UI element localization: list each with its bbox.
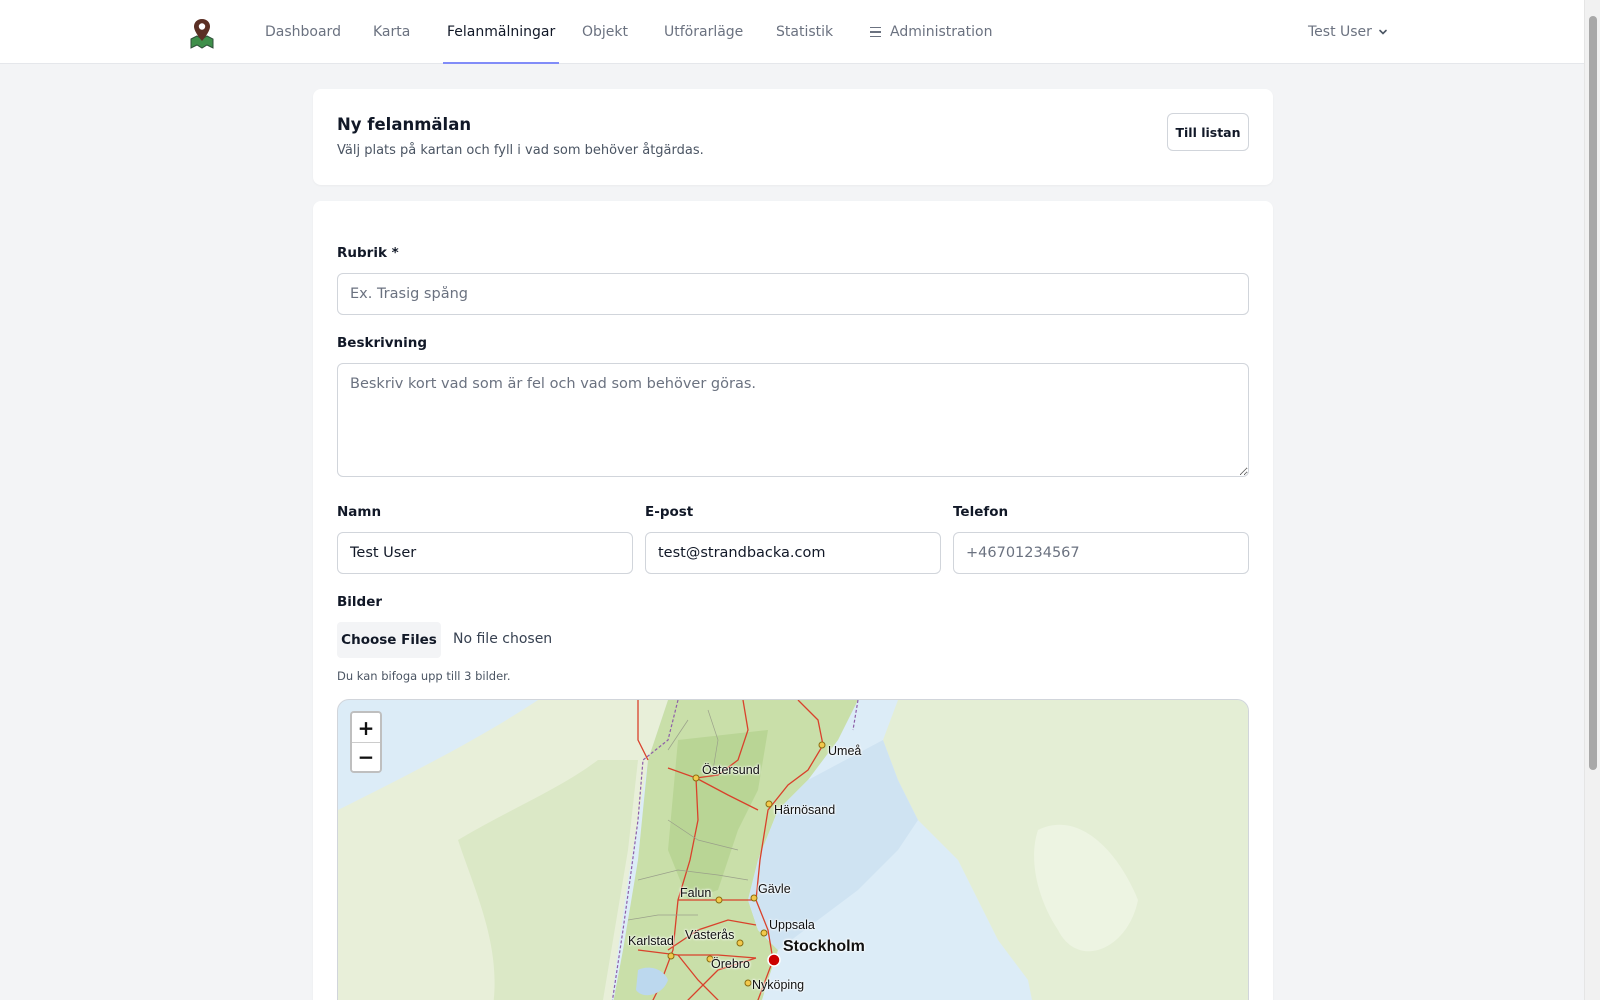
map-pin-logo-icon[interactable] xyxy=(188,17,216,49)
city-label-falun: Falun xyxy=(680,886,712,900)
epost-input[interactable] xyxy=(645,532,941,574)
beskrivning-label: Beskrivning xyxy=(337,335,428,351)
nav-utforarlage[interactable]: Utförarläge xyxy=(664,0,743,64)
upload-hint: Du kan bifoga upp till 3 bilder. xyxy=(337,669,511,683)
top-navigation: Dashboard Karta Felanmälningar Objekt Ut… xyxy=(0,0,1584,64)
zoom-control: + − xyxy=(350,711,382,773)
rubrik-input[interactable] xyxy=(337,273,1249,315)
nav-felanmalningar[interactable]: Felanmälningar xyxy=(442,0,560,64)
nav-karta[interactable]: Karta xyxy=(373,0,410,64)
telefon-input[interactable] xyxy=(953,532,1249,574)
location-picker-map[interactable]: + − Umeå Östersund Härnösand Gävle Falun… xyxy=(337,699,1249,1000)
nav-administration-label: Administration xyxy=(890,24,993,40)
report-form-card: Rubrik * Beskrivning Namn E-post Telefon… xyxy=(313,201,1273,1000)
page-subtitle: Välj plats på kartan och fyll i vad som … xyxy=(337,143,704,158)
zoom-in-button[interactable]: + xyxy=(352,713,380,742)
city-label-nykoping: Nyköping xyxy=(752,978,805,992)
page-title: Ny felanmälan xyxy=(337,115,472,134)
user-name: Test User xyxy=(1308,24,1372,40)
city-label-vasteras: Västerås xyxy=(685,928,735,942)
nav-administration[interactable]: Administration xyxy=(870,0,992,64)
hamburger-menu-icon xyxy=(870,26,881,38)
nav-statistik[interactable]: Statistik xyxy=(776,0,833,64)
telefon-label: Telefon xyxy=(953,504,1009,520)
choose-files-button[interactable]: Choose Files xyxy=(337,622,441,658)
city-label-ostersund: Östersund xyxy=(702,763,760,777)
city-label-gavle: Gävle xyxy=(758,882,791,896)
back-to-list-button[interactable]: Till listan xyxy=(1167,113,1249,151)
city-label-umea: Umeå xyxy=(828,744,862,758)
page-header-card: Ny felanmälan Välj plats på kartan och f… xyxy=(313,89,1273,185)
file-status-text: No file chosen xyxy=(453,631,553,647)
epost-label: E-post xyxy=(645,504,694,520)
city-label-harnosand: Härnösand xyxy=(774,803,836,817)
chevron-down-icon xyxy=(1379,29,1387,35)
namn-label: Namn xyxy=(337,504,382,520)
nav-dashboard[interactable]: Dashboard xyxy=(265,0,341,64)
page-scrollbar[interactable] xyxy=(1584,0,1600,1000)
city-label-orebro: Örebro xyxy=(711,957,750,971)
city-label-karlstad: Karlstad xyxy=(628,934,674,948)
user-menu[interactable]: Test User xyxy=(1308,0,1388,64)
nav-objekt[interactable]: Objekt xyxy=(582,0,628,64)
rubrik-label: Rubrik * xyxy=(337,245,399,261)
bilder-label: Bilder xyxy=(337,594,383,610)
beskrivning-textarea[interactable] xyxy=(337,363,1249,477)
city-label-uppsala: Uppsala xyxy=(769,918,815,932)
namn-input[interactable] xyxy=(337,532,633,574)
scrollbar-thumb[interactable] xyxy=(1589,16,1597,770)
city-label-stockholm: Stockholm xyxy=(783,938,865,955)
zoom-out-button[interactable]: − xyxy=(352,742,380,771)
